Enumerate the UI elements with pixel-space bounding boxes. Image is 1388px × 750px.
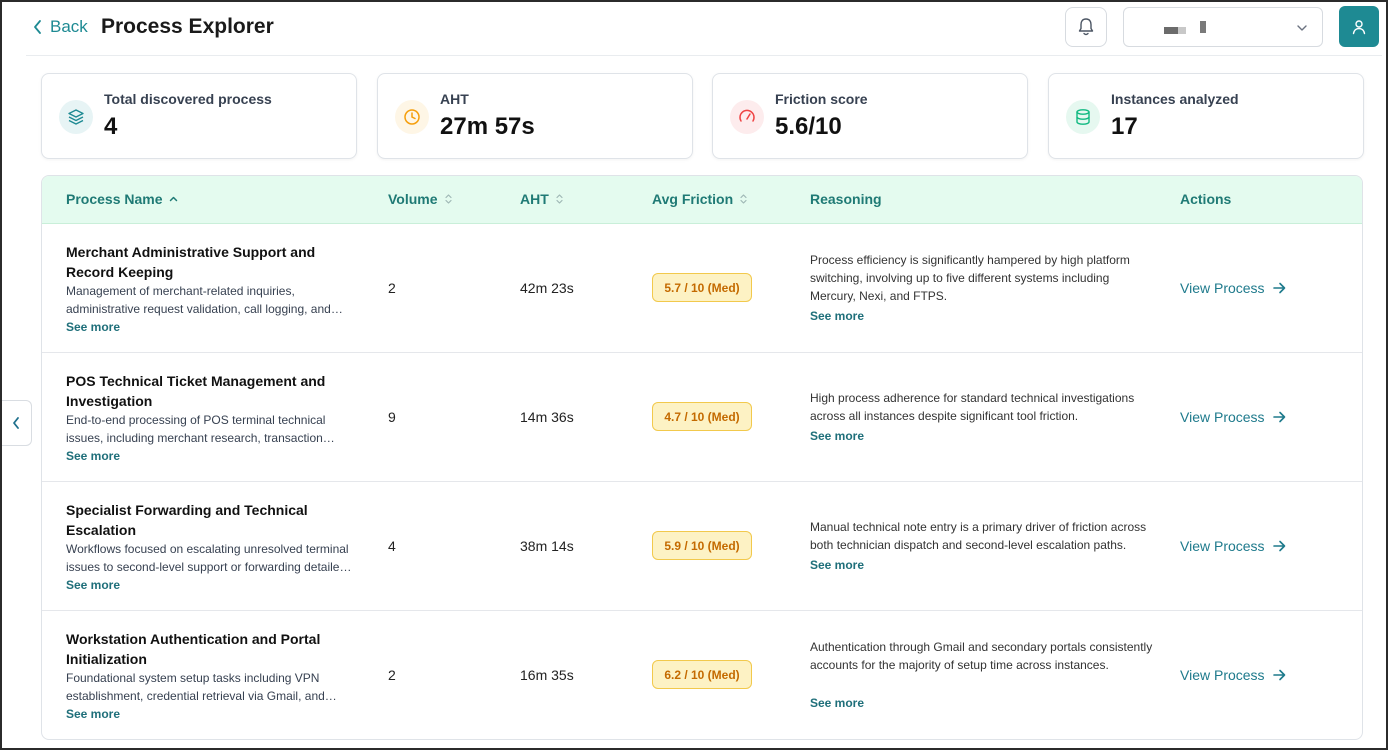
chevron-left-icon xyxy=(12,417,19,429)
table-row: POS Technical Ticket Management and Inve… xyxy=(42,353,1362,482)
table-row: Specialist Forwarding and Technical Esca… xyxy=(42,482,1362,611)
layers-icon xyxy=(59,100,93,134)
process-name: Workstation Authentication and Portal In… xyxy=(66,631,321,667)
process-description: Foundational system setup tasks includin… xyxy=(66,671,325,703)
stat-value: 4 xyxy=(104,113,118,140)
column-header-actions: Actions xyxy=(1180,191,1232,207)
reasoning-text: Authentication through Gmail and seconda… xyxy=(810,640,1153,672)
volume-value: 4 xyxy=(388,538,396,554)
process-name: POS Technical Ticket Management and Inve… xyxy=(66,373,326,409)
column-header-avg-friction[interactable]: Avg Friction xyxy=(652,191,748,207)
see-more-reasoning-link[interactable]: See more xyxy=(810,429,864,443)
stat-card-aht: AHT 27m 57s xyxy=(377,73,693,159)
chevron-down-icon xyxy=(1297,25,1307,31)
volume-value: 2 xyxy=(388,280,396,296)
gauge-icon xyxy=(730,100,764,134)
column-header-aht[interactable]: AHT xyxy=(520,191,564,207)
stat-label: Instances analyzed xyxy=(1111,91,1239,107)
process-description: End-to-end processing of POS terminal te… xyxy=(66,413,326,445)
sidebar-toggle-button[interactable] xyxy=(0,400,32,446)
redacted-value xyxy=(1164,27,1178,34)
see-more-reasoning-link[interactable]: See more xyxy=(810,558,864,572)
back-button[interactable]: Back xyxy=(32,16,88,38)
back-label: Back xyxy=(50,17,88,36)
view-process-link[interactable]: View Process xyxy=(1180,667,1286,683)
process-name: Specialist Forwarding and Technical Esca… xyxy=(66,502,308,538)
stat-card-instances: Instances analyzed 17 xyxy=(1048,73,1364,159)
arrow-right-icon xyxy=(1272,540,1285,552)
volume-value: 2 xyxy=(388,667,396,683)
aht-value: 14m 36s xyxy=(520,409,574,425)
stat-card-total-processes: Total discovered process 4 xyxy=(41,73,357,159)
friction-badge: 6.2 / 10 (Med) xyxy=(652,660,752,689)
see-more-description-link[interactable]: See more xyxy=(66,578,120,592)
view-process-link[interactable]: View Process xyxy=(1180,280,1286,296)
arrow-right-icon xyxy=(1272,411,1285,423)
reasoning-text: Process efficiency is significantly hamp… xyxy=(810,253,1130,303)
column-header-volume[interactable]: Volume xyxy=(388,191,453,207)
column-header-reasoning: Reasoning xyxy=(810,191,882,207)
process-table: Process Name Volume AHT Avg Friction Rea… xyxy=(41,175,1363,740)
see-more-description-link[interactable]: See more xyxy=(66,320,120,334)
see-more-description-link[interactable]: See more xyxy=(66,449,120,463)
process-description: Management of merchant-related inquiries… xyxy=(66,284,331,316)
arrow-right-icon xyxy=(1272,669,1285,681)
clock-icon xyxy=(395,100,429,134)
sort-ascending-icon xyxy=(169,196,177,202)
see-more-reasoning-link[interactable]: See more xyxy=(810,309,864,323)
database-icon xyxy=(1066,100,1100,134)
table-header: Process Name Volume AHT Avg Friction Rea… xyxy=(42,176,1362,224)
stat-label: Friction score xyxy=(775,91,868,107)
process-description: Workflows focused on escalating unresolv… xyxy=(66,542,349,574)
sort-icon xyxy=(556,194,563,204)
table-row: Merchant Administrative Support and Reco… xyxy=(42,224,1362,353)
volume-value: 9 xyxy=(388,409,396,425)
user-menu-button[interactable] xyxy=(1339,6,1379,47)
workspace-select[interactable] xyxy=(1123,7,1323,47)
friction-badge: 5.7 / 10 (Med) xyxy=(652,273,752,302)
see-more-reasoning-link[interactable]: See more xyxy=(810,696,864,710)
aht-value: 42m 23s xyxy=(520,280,574,296)
redacted-value xyxy=(1178,27,1186,34)
see-more-description-link[interactable]: See more xyxy=(66,707,120,721)
bell-icon xyxy=(1078,18,1094,36)
view-process-link[interactable]: View Process xyxy=(1180,409,1286,425)
stat-card-friction: Friction score 5.6/10 xyxy=(712,73,1028,159)
process-name: Merchant Administrative Support and Reco… xyxy=(66,244,316,280)
aht-value: 16m 35s xyxy=(520,667,574,683)
friction-badge: 5.9 / 10 (Med) xyxy=(652,531,752,560)
notifications-button[interactable] xyxy=(1065,7,1107,47)
stat-value: 5.6/10 xyxy=(775,113,842,140)
view-process-link[interactable]: View Process xyxy=(1180,538,1286,554)
stat-label: Total discovered process xyxy=(104,91,272,107)
stat-value: 27m 57s xyxy=(440,113,535,140)
reasoning-text: Manual technical note entry is a primary… xyxy=(810,520,1147,552)
stat-label: AHT xyxy=(440,91,469,107)
sort-icon xyxy=(740,194,747,204)
top-header: Back Process Explorer xyxy=(26,0,1382,56)
reasoning-text: High process adherence for standard tech… xyxy=(810,391,1135,423)
stat-value: 17 xyxy=(1111,113,1138,140)
column-header-process-name[interactable]: Process Name xyxy=(66,191,178,207)
arrow-right-icon xyxy=(1272,282,1285,294)
friction-badge: 4.7 / 10 (Med) xyxy=(652,402,752,431)
table-row: Workstation Authentication and Portal In… xyxy=(42,611,1362,739)
user-icon xyxy=(1352,19,1366,34)
page-title: Process Explorer xyxy=(101,15,274,38)
chevron-left-icon xyxy=(34,20,41,34)
aht-value: 38m 14s xyxy=(520,538,574,554)
sort-icon xyxy=(444,194,452,204)
redacted-value xyxy=(1200,21,1206,33)
